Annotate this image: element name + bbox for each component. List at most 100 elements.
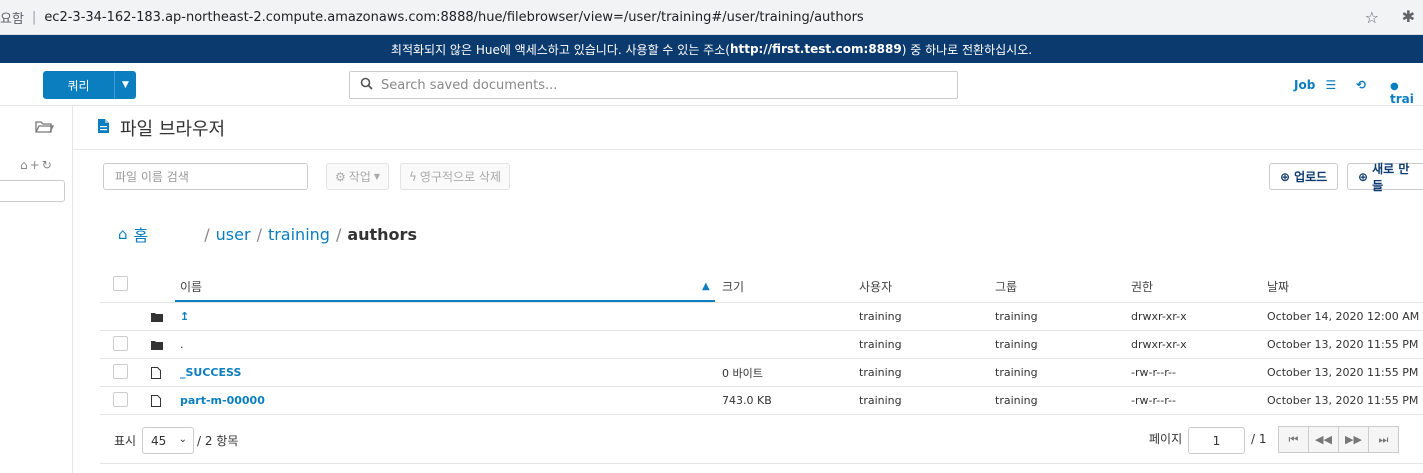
upload-button[interactable]: ⊕ 업로드 (1269, 163, 1339, 190)
upload-icon: ⊕ (1280, 169, 1291, 184)
col-group-header[interactable]: 그룹 (995, 271, 1017, 302)
row-permission: drwxr-xr-x (1131, 338, 1187, 351)
home-icon[interactable]: ⌂ (20, 158, 30, 172)
bookmark-star-icon[interactable]: ☆ (1365, 8, 1379, 27)
query-button[interactable]: 쿼리 ▼ (43, 71, 136, 99)
row-permission: drwxr-xr-x (1131, 310, 1187, 323)
row-date: October 13, 2020 11:55 PM (1267, 338, 1419, 351)
extensions-icon[interactable]: ✱ (1402, 7, 1415, 26)
insecure-label: 요함 (0, 11, 24, 27)
table-row[interactable]: _SUCCESS 0 바이트 training training -rw-r--… (100, 359, 1423, 387)
new-label[interactable]: 새로 만들 (1372, 160, 1416, 194)
next-page-icon[interactable]: ▶▶ (1338, 426, 1369, 453)
home-icon: ⌂ (118, 225, 128, 243)
search-input[interactable]: Search saved documents... (349, 71, 958, 99)
search-placeholder: Search saved documents... (381, 77, 558, 93)
page-label: 페이지 (1149, 432, 1183, 446)
actions-label[interactable]: 작업 (349, 168, 371, 185)
folder-open-icon[interactable] (34, 118, 55, 138)
user-label[interactable]: trai (1390, 92, 1414, 106)
sidebar-filter-input[interactable] (0, 180, 65, 202)
breadcrumb-separator: / (335, 224, 342, 244)
file-table: 이름 ▲ 크기 사용자 그룹 권한 날짜 ↥ training training… (100, 271, 1423, 415)
delete-forever-button[interactable]: ϟ 영구적으로 삭제 (400, 163, 511, 190)
top-navbar: 쿼리 ▼ Search saved documents... Job ☰ ⟲ ●… (0, 63, 1423, 106)
previous-page-icon[interactable]: ◀◀ (1308, 426, 1339, 453)
col-date-header[interactable]: 날짜 (1267, 271, 1289, 302)
page-size-value[interactable]: 45 (151, 434, 166, 448)
select-all-checkbox[interactable] (113, 276, 128, 291)
row-user: training (859, 338, 902, 351)
user-menu[interactable]: ● trai (1390, 78, 1423, 106)
delete-forever-label[interactable]: 영구적으로 삭제 (420, 168, 501, 185)
filename-search-placeholder: 파일 이름 검색 (115, 170, 189, 184)
new-button[interactable]: ⊕ 새로 만들 (1347, 162, 1423, 193)
refresh-icon[interactable]: ↻ (42, 158, 54, 172)
row-date: October 14, 2020 12:00 AM (1267, 310, 1420, 323)
actions-button[interactable]: ⚙ 작업 ▼ (326, 163, 390, 190)
breadcrumb-home[interactable]: ⌂ 홈 (118, 222, 148, 246)
query-button-label[interactable]: 쿼리 (43, 71, 114, 99)
breadcrumb-separator: / (256, 224, 262, 244)
row-name[interactable]: ↥ (180, 303, 189, 330)
search-icon (360, 77, 373, 94)
page-number-value[interactable]: 1 (1213, 434, 1221, 448)
bolt-icon: ϟ (409, 169, 417, 184)
jobs-link[interactable]: Job ☰ (1294, 78, 1336, 92)
warning-banner: 최적화되지 않은 Hue에 액세스하고 있습니다. 사용할 수 있는 주소(ht… (0, 35, 1423, 63)
page-total: / 1 (1251, 432, 1267, 446)
row-group: training (995, 366, 1038, 379)
breadcrumb-user[interactable]: user (216, 225, 251, 244)
row-name[interactable]: _SUCCESS (180, 359, 241, 386)
list-icon: ☰ (1325, 78, 1337, 92)
col-permission-header[interactable]: 권한 (1131, 271, 1153, 302)
sidebar-tools: ⌂+↻ (20, 158, 54, 172)
url-separator: | (31, 9, 37, 25)
sort-asc-icon[interactable]: ▲ (702, 271, 710, 302)
row-date: October 13, 2020 11:55 PM (1267, 394, 1419, 407)
left-sidebar: ⌂+↻ (0, 106, 73, 473)
table-row[interactable]: . training training drwxr-xr-x October 1… (100, 331, 1423, 359)
row-checkbox[interactable] (113, 364, 128, 379)
pagination-buttons: ⏮ ◀◀ ▶▶ ⏭ (1278, 426, 1399, 453)
row-name[interactable]: . (180, 331, 184, 358)
gear-icon: ⚙ (335, 169, 346, 184)
col-name-header[interactable]: 이름 (180, 271, 202, 302)
col-size-header[interactable]: 크기 (722, 271, 744, 302)
breadcrumb-separator: / (204, 224, 210, 244)
row-checkbox[interactable] (113, 392, 128, 407)
history-icon[interactable]: ⟲ (1356, 78, 1366, 92)
page-header: 파일 브라우저 (73, 106, 1423, 150)
plus-circle-icon: ⊕ (1358, 169, 1369, 184)
user-icon: ● (1390, 81, 1399, 92)
upload-label[interactable]: 업로드 (1294, 168, 1327, 185)
row-name[interactable]: part-m-00000 (180, 387, 265, 414)
table-row[interactable]: part-m-00000 743.0 KB training training … (100, 387, 1423, 415)
filename-search-input[interactable]: 파일 이름 검색 (103, 163, 308, 190)
folder-icon (151, 303, 163, 330)
breadcrumb-training[interactable]: training (268, 225, 330, 244)
table-header-row: 이름 ▲ 크기 사용자 그룹 권한 날짜 (100, 271, 1423, 303)
breadcrumb-home-label[interactable]: 홈 (134, 222, 149, 246)
item-count: / 2 항목 (197, 434, 239, 448)
page-size-select[interactable]: 45 ⌄ (142, 427, 194, 454)
query-dropdown-caret-icon[interactable]: ▼ (114, 71, 136, 99)
row-group: training (995, 310, 1038, 323)
table-row[interactable]: ↥ training training drwxr-xr-x October 1… (100, 303, 1423, 331)
first-page-icon[interactable]: ⏮ (1278, 426, 1309, 453)
url-text[interactable]: ec2-3-34-162-183.ap-northeast-2.compute.… (44, 10, 863, 25)
jobs-label[interactable]: Job (1294, 78, 1315, 92)
pagination-footer: 표시 45 ⌄ / 2 항목 페이지 1 / 1 ⏮ ◀◀ ▶▶ ⏭ (100, 414, 1423, 464)
breadcrumb-current: authors (347, 224, 417, 244)
col-user-header[interactable]: 사용자 (859, 271, 892, 302)
browser-address-bar[interactable]: 요함 | ec2-3-34-162-183.ap-northeast-2.com… (0, 0, 1423, 35)
row-permission: -rw-r--r-- (1131, 366, 1176, 379)
plus-icon[interactable]: + (30, 158, 42, 172)
last-page-icon[interactable]: ⏭ (1368, 426, 1399, 453)
row-checkbox[interactable] (113, 336, 128, 351)
banner-text-after: ) 중 하나로 전환하십시오. (901, 42, 1033, 57)
page-number-input[interactable]: 1 (1188, 427, 1245, 454)
sorted-column-indicator (175, 300, 715, 302)
row-group: training (995, 394, 1038, 407)
file-icon (151, 359, 161, 386)
